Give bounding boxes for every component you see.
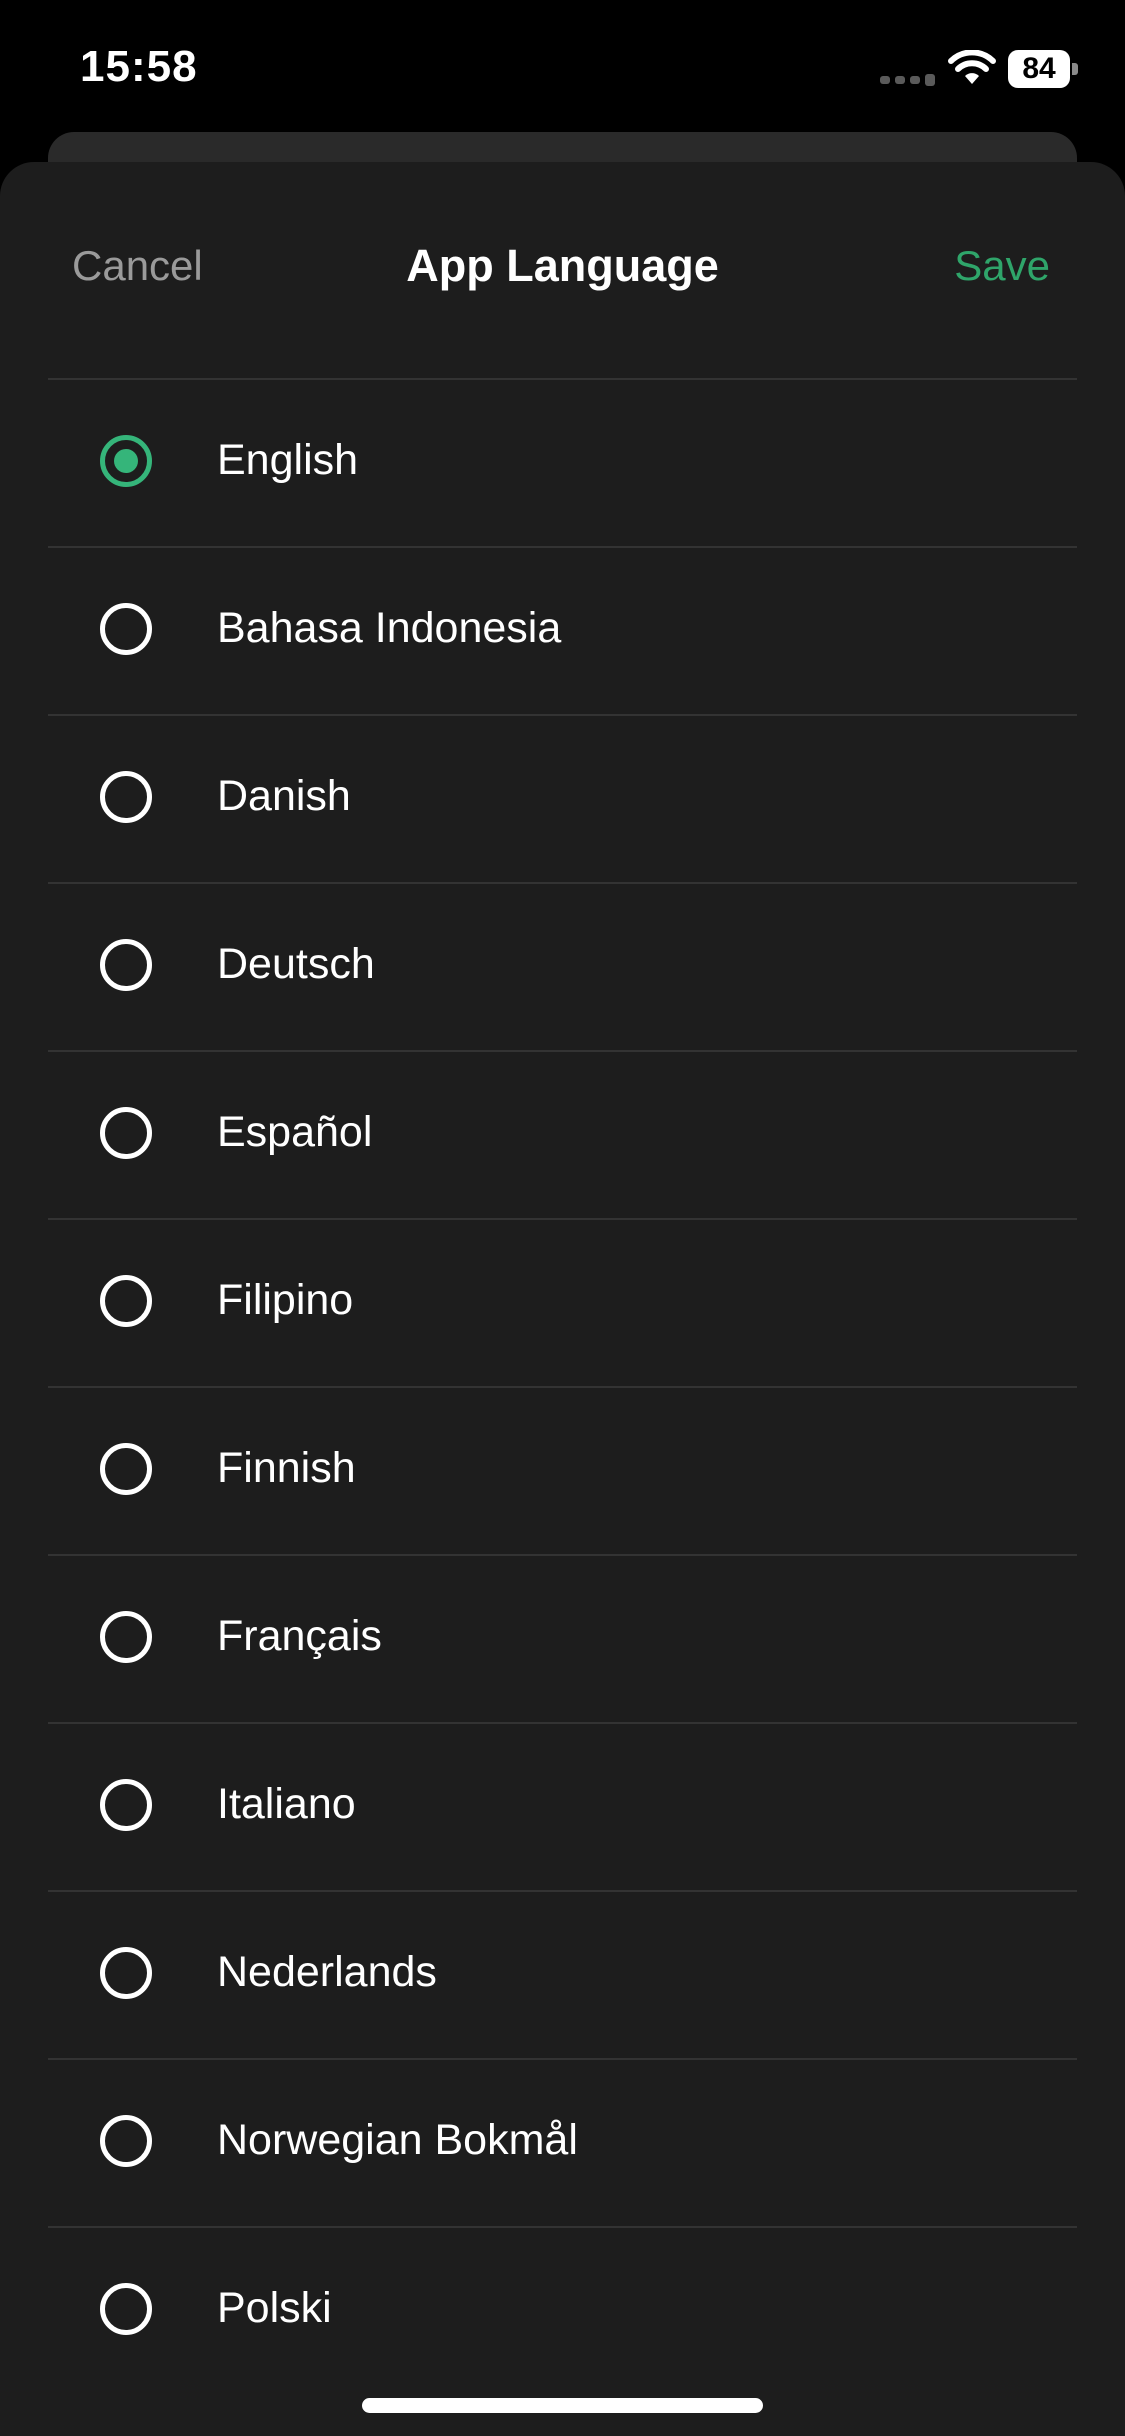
- radio-unselected-icon[interactable]: [100, 2115, 152, 2167]
- language-list: English Bahasa Indonesia Danish Deutsch …: [48, 378, 1077, 2394]
- language-label: Polski: [217, 2284, 332, 2332]
- home-indicator[interactable]: [362, 2398, 763, 2413]
- language-label: Filipino: [217, 1276, 354, 1324]
- language-option-nederlands[interactable]: Nederlands: [48, 1890, 1077, 2058]
- language-label: Bahasa Indonesia: [217, 604, 562, 652]
- language-label: Finnish: [217, 1444, 356, 1492]
- radio-unselected-icon[interactable]: [100, 939, 152, 991]
- save-button[interactable]: Save: [954, 242, 1050, 290]
- radio-unselected-icon[interactable]: [100, 1275, 152, 1327]
- language-label: Nederlands: [217, 1948, 437, 1996]
- sheet-navigation-bar: Cancel App Language Save: [0, 162, 1125, 378]
- language-label: English: [217, 436, 359, 484]
- language-label: Deutsch: [217, 940, 375, 988]
- radio-unselected-icon[interactable]: [100, 2283, 152, 2335]
- language-option-filipino[interactable]: Filipino: [48, 1218, 1077, 1386]
- language-option-danish[interactable]: Danish: [48, 714, 1077, 882]
- language-sheet: Cancel App Language Save English Bahasa …: [0, 162, 1125, 2436]
- radio-unselected-icon[interactable]: [100, 603, 152, 655]
- radio-unselected-icon[interactable]: [100, 1611, 152, 1663]
- radio-unselected-icon[interactable]: [100, 1443, 152, 1495]
- language-option-francais[interactable]: Français: [48, 1554, 1077, 1722]
- language-label: Français: [217, 1612, 382, 1660]
- radio-unselected-icon[interactable]: [100, 1107, 152, 1159]
- language-label: Español: [217, 1108, 373, 1156]
- language-option-espanol[interactable]: Español: [48, 1050, 1077, 1218]
- radio-selected-icon[interactable]: [100, 435, 152, 487]
- radio-unselected-icon[interactable]: [100, 1947, 152, 1999]
- battery-icon: 84: [1008, 50, 1078, 88]
- language-label: Italiano: [217, 1780, 356, 1828]
- language-option-italiano[interactable]: Italiano: [48, 1722, 1077, 1890]
- language-option-deutsch[interactable]: Deutsch: [48, 882, 1077, 1050]
- battery-nub: [1072, 63, 1078, 75]
- radio-unselected-icon[interactable]: [100, 771, 152, 823]
- language-label: Danish: [217, 772, 351, 820]
- radio-unselected-icon[interactable]: [100, 1779, 152, 1831]
- language-option-norwegian-bokmal[interactable]: Norwegian Bokmål: [48, 2058, 1077, 2226]
- status-bar: 15:58 84: [0, 0, 1125, 140]
- wifi-icon: [948, 50, 996, 84]
- radio-dot: [114, 449, 138, 473]
- language-option-finnish[interactable]: Finnish: [48, 1386, 1077, 1554]
- language-option-english[interactable]: English: [48, 378, 1077, 546]
- language-option-bahasa-indonesia[interactable]: Bahasa Indonesia: [48, 546, 1077, 714]
- language-option-polski[interactable]: Polski: [48, 2226, 1077, 2394]
- status-time: 15:58: [80, 42, 198, 91]
- signal-icon: [880, 74, 935, 86]
- battery-level: 84: [1008, 50, 1070, 88]
- language-label: Norwegian Bokmål: [217, 2116, 578, 2164]
